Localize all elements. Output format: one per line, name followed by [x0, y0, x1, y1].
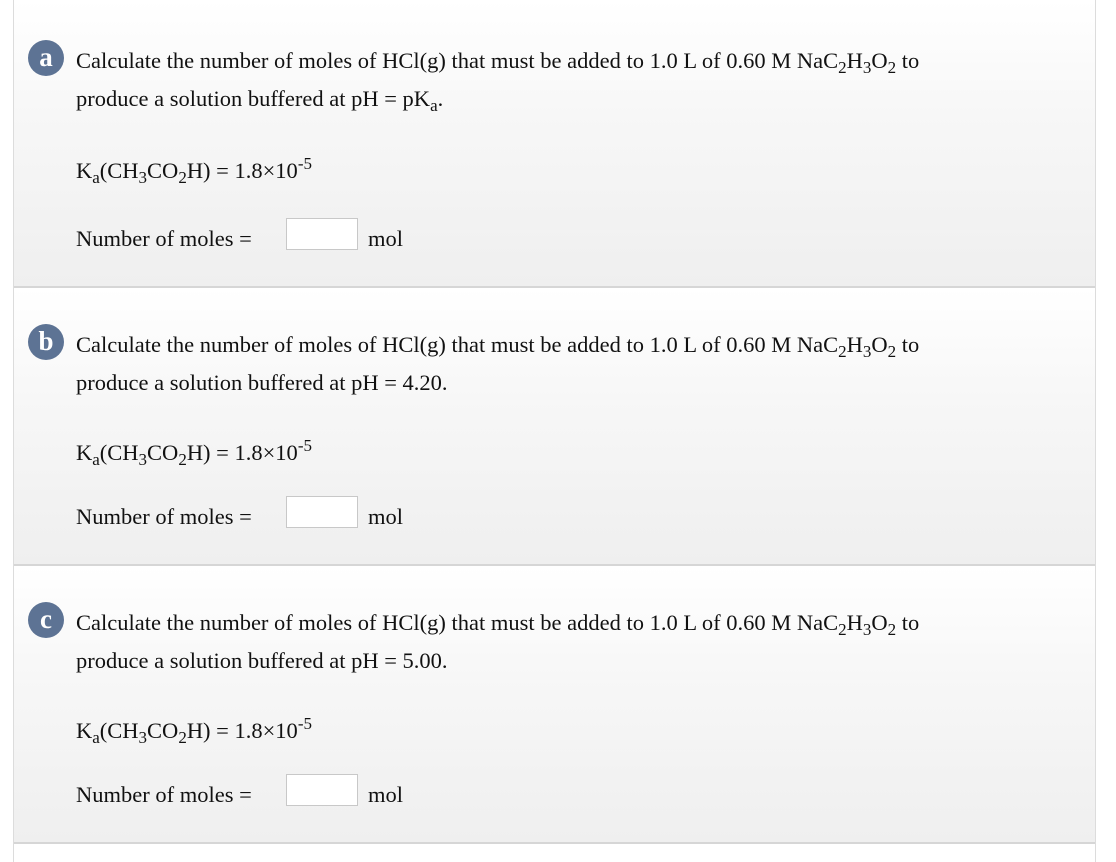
part-a-question-line2: produce a solution buffered at pH = pKa. — [76, 86, 444, 115]
part-b-badge: b — [28, 324, 64, 360]
part-b-question-line1: Calculate the number of moles of HCl(g) … — [76, 332, 920, 361]
part-c-question-line2: produce a solution buffered at pH = 5.00… — [76, 648, 448, 673]
part-a-moles-input[interactable] — [286, 218, 358, 250]
right-border — [1095, 0, 1096, 862]
part-c-moles-input[interactable] — [286, 774, 358, 806]
part-a-unit: mol — [368, 226, 404, 251]
part-b-question-line2: produce a solution buffered at pH = 4.20… — [76, 370, 448, 395]
part-c-answer-label: Number of moles = — [76, 782, 252, 807]
part-b-unit: mol — [368, 504, 404, 529]
part-c-ka-expression: Ka(CH3CO2H) = 1.8×10-5 — [76, 714, 312, 747]
part-a-badge: a — [28, 40, 64, 76]
problem-page: a Calculate the number of moles of HCl(g… — [0, 0, 1116, 862]
part-b-section: b Calculate the number of moles of HCl(g… — [14, 288, 1095, 566]
part-c-badge: c — [28, 602, 64, 638]
part-c-section: c Calculate the number of moles of HCl(g… — [14, 566, 1095, 844]
part-a-answer-label: Number of moles = — [76, 226, 252, 251]
part-b-moles-input[interactable] — [286, 496, 358, 528]
part-a-question-line1: Calculate the number of moles of HCl(g) … — [76, 48, 920, 77]
part-c-question-line1: Calculate the number of moles of HCl(g) … — [76, 610, 920, 639]
part-b-answer-label: Number of moles = — [76, 504, 252, 529]
part-a-ka-expression: Ka(CH3CO2H) = 1.8×10-5 — [76, 154, 312, 187]
part-c-unit: mol — [368, 782, 404, 807]
part-a-section: a Calculate the number of moles of HCl(g… — [14, 0, 1095, 288]
part-b-ka-expression: Ka(CH3CO2H) = 1.8×10-5 — [76, 436, 312, 469]
